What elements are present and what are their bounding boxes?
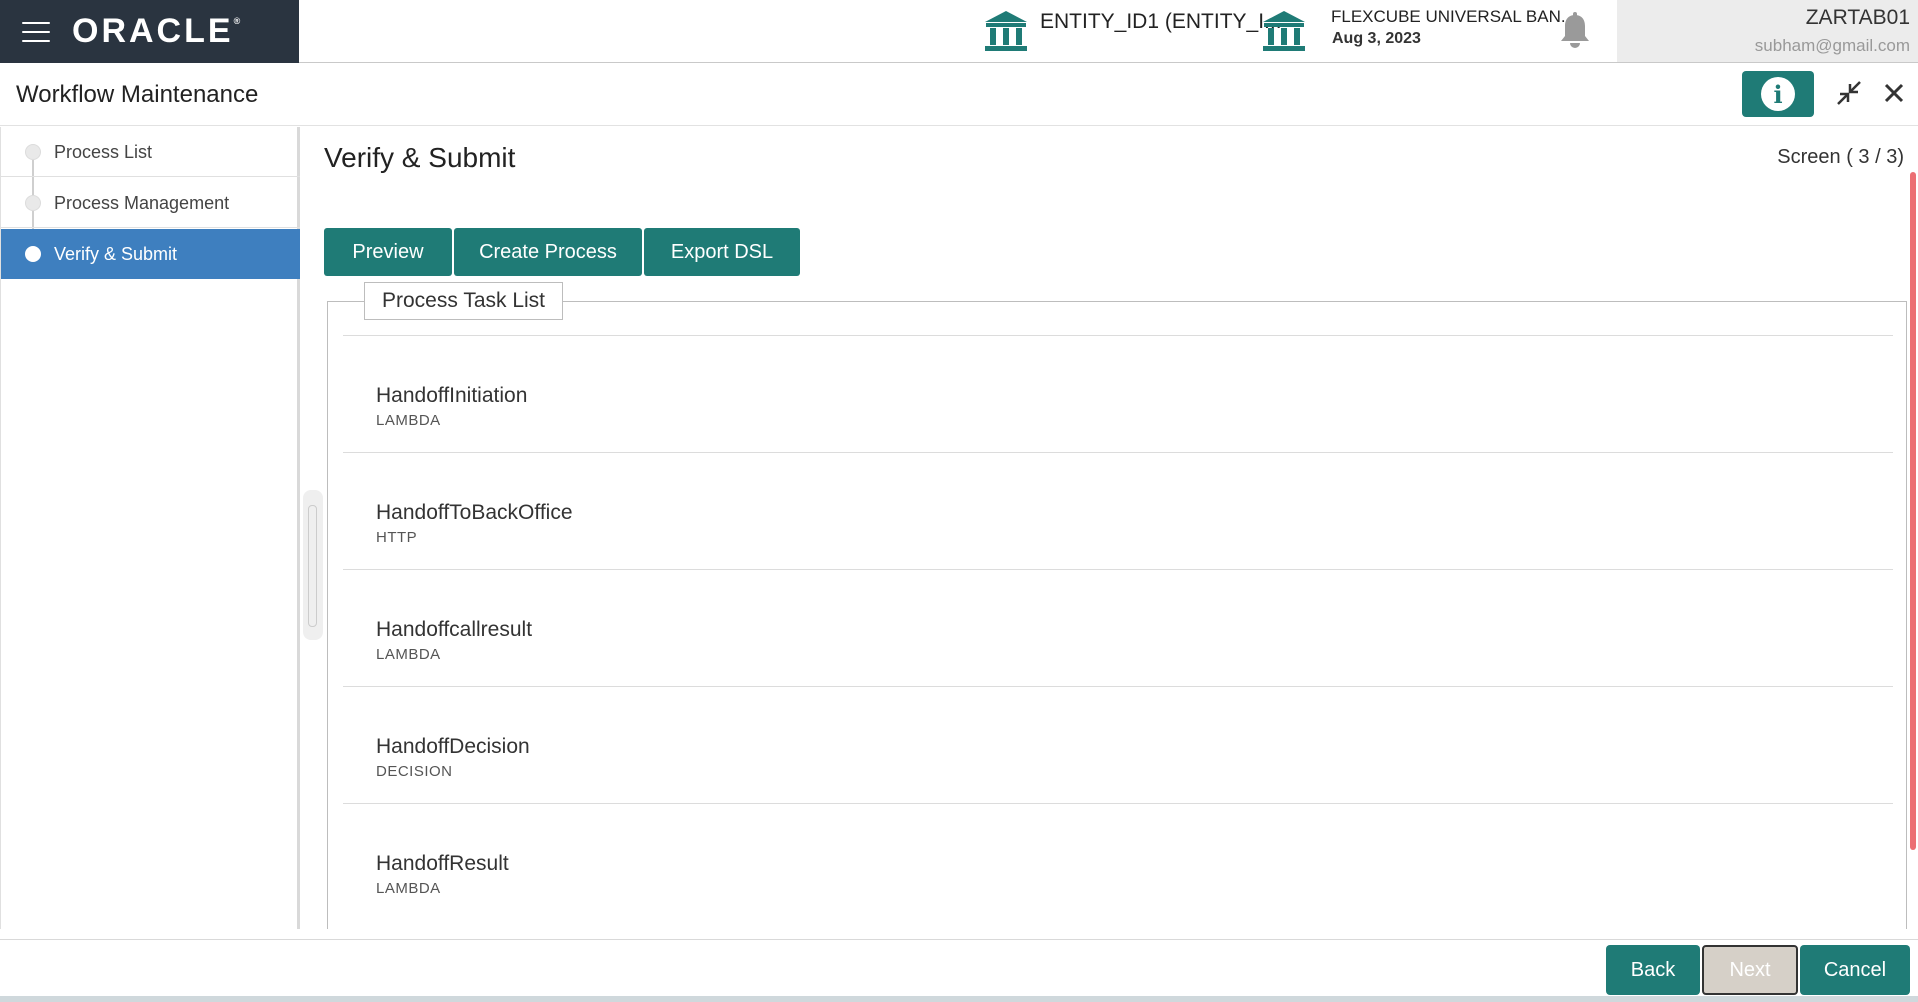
page-title: Workflow Maintenance	[16, 81, 259, 108]
step-label: Verify & Submit	[54, 244, 178, 264]
task-name: HandoffToBackOffice	[376, 501, 573, 524]
back-button[interactable]: Back	[1606, 945, 1700, 995]
minimize-icon[interactable]	[1836, 80, 1862, 106]
step-process-management[interactable]: Process Management	[1, 178, 300, 228]
notification-bell-icon[interactable]	[1558, 12, 1592, 50]
task-name: HandoffResult	[376, 852, 509, 875]
hamburger-menu-icon[interactable]	[22, 21, 50, 42]
task-list: HandoffInitiation LAMBDA HandoffToBackOf…	[343, 335, 1893, 920]
footer-strip	[0, 996, 1918, 1002]
process-task-list-title: Process Task List	[364, 282, 564, 320]
entity-selector[interactable]: ENTITY_ID1 (ENTITY_I...	[1040, 10, 1282, 34]
task-type: LAMBDA	[376, 646, 441, 663]
task-item[interactable]: HandoffInitiation LAMBDA	[343, 335, 1893, 452]
preview-button[interactable]: Preview	[324, 228, 452, 276]
cancel-button[interactable]: Cancel	[1800, 945, 1910, 995]
title-bar: Workflow Maintenance i	[0, 63, 1918, 126]
top-header: ORACLE® ENTITY_ID1 (ENTITY_I... FLEXCUBE…	[0, 0, 1918, 63]
wizard-steps-nav: Process List Process Management Verify &…	[0, 127, 300, 929]
close-icon[interactable]	[1882, 81, 1906, 105]
task-type: HTTP	[376, 529, 418, 546]
step-process-list[interactable]: Process List	[1, 127, 300, 177]
next-button[interactable]: Next	[1702, 945, 1798, 995]
branch-date: Aug 3, 2023	[1332, 30, 1421, 47]
task-name: Handoffcallresult	[376, 618, 533, 641]
step-verify-submit[interactable]: Verify & Submit	[1, 229, 300, 279]
step-dot-icon	[25, 246, 41, 262]
info-icon: i	[1761, 77, 1795, 111]
screen-counter: Screen ( 3 / 3)	[1777, 146, 1904, 168]
branch-bank-icon[interactable]	[1261, 9, 1307, 53]
step-label: Process List	[54, 142, 153, 162]
export-dsl-button[interactable]: Export DSL	[644, 228, 800, 276]
task-type: LAMBDA	[376, 412, 441, 429]
section-title: Verify & Submit	[324, 142, 516, 173]
vertical-scrollbar[interactable]	[1910, 172, 1916, 850]
panel-splitter-handle[interactable]	[303, 490, 323, 640]
task-item[interactable]: HandoffDecision DECISION	[343, 686, 1893, 803]
brand-area: ORACLE®	[0, 0, 299, 63]
user-profile[interactable]: ZARTAB01 subham@gmail.com	[1617, 0, 1918, 62]
task-name: HandoffDecision	[376, 735, 530, 758]
user-email: subham@gmail.com	[1754, 36, 1910, 55]
entity-bank-icon[interactable]	[983, 9, 1029, 53]
step-dot-icon	[25, 195, 41, 211]
info-button[interactable]: i	[1742, 71, 1814, 117]
step-dot-icon	[25, 144, 41, 160]
create-process-button[interactable]: Create Process	[454, 228, 642, 276]
task-type: LAMBDA	[376, 880, 441, 897]
branch-name[interactable]: FLEXCUBE UNIVERSAL BAN...	[1331, 7, 1575, 27]
oracle-logo: ORACLE®	[72, 12, 241, 50]
task-type: DECISION	[376, 763, 453, 780]
task-item[interactable]: Handoffcallresult LAMBDA	[343, 569, 1893, 686]
step-label: Process Management	[54, 193, 230, 213]
task-item[interactable]: HandoffToBackOffice HTTP	[343, 452, 1893, 569]
task-item[interactable]: HandoffResult LAMBDA	[343, 803, 1893, 920]
task-name: HandoffInitiation	[376, 384, 528, 407]
user-id: ZARTAB01	[1805, 6, 1910, 29]
